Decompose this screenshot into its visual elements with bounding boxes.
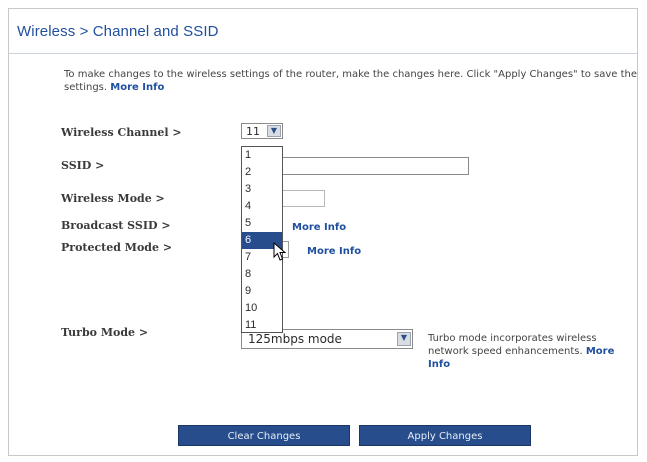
wireless-channel-label: Wireless Channel > xyxy=(61,126,182,139)
turbo-mode-note: Turbo mode incorporates wireless network… xyxy=(428,332,628,371)
channel-option[interactable]: 9 xyxy=(242,283,282,300)
broadcast-ssid-label: Broadcast SSID > xyxy=(61,219,171,232)
wireless-channel-dropdown-list[interactable]: 1 2 3 4 5 6 7 8 9 10 11 xyxy=(241,146,283,333)
clear-changes-button[interactable]: Clear Changes xyxy=(178,425,350,446)
channel-option[interactable]: 8 xyxy=(242,266,282,283)
channel-option[interactable]: 10 xyxy=(242,300,282,317)
channel-option[interactable]: 4 xyxy=(242,198,282,215)
broadcast-ssid-more-info-link[interactable]: More Info xyxy=(292,222,346,233)
page-title: Wireless > Channel and SSID xyxy=(17,23,219,40)
wireless-channel-value: 11 xyxy=(246,125,260,138)
main-panel: Wireless > Channel and SSID To make chan… xyxy=(8,8,638,456)
intro-more-info-link[interactable]: More Info xyxy=(110,82,164,93)
wireless-channel-select[interactable]: 11 ▼ xyxy=(241,123,283,139)
protected-mode-more-info-link[interactable]: More Info xyxy=(307,246,361,257)
title-divider xyxy=(9,53,637,54)
channel-option[interactable]: 3 xyxy=(242,181,282,198)
turbo-mode-label: Turbo Mode > xyxy=(61,326,149,339)
chevron-down-icon[interactable]: ▼ xyxy=(267,125,281,137)
channel-option[interactable]: 1 xyxy=(242,147,282,164)
turbo-mode-description: Turbo mode incorporates wireless network… xyxy=(428,333,597,357)
channel-option[interactable]: 11 xyxy=(242,317,282,334)
intro-text: To make changes to the wireless settings… xyxy=(64,68,644,94)
mouse-pointer-icon xyxy=(273,242,287,261)
channel-option[interactable]: 2 xyxy=(242,164,282,181)
channel-option[interactable]: 5 xyxy=(242,215,282,232)
turbo-mode-value: 125mbps mode xyxy=(248,332,342,346)
chevron-down-icon[interactable]: ▼ xyxy=(397,332,411,346)
apply-changes-button[interactable]: Apply Changes xyxy=(359,425,531,446)
protected-mode-label: Protected Mode > xyxy=(61,241,173,254)
ssid-label: SSID > xyxy=(61,159,105,172)
wireless-mode-label: Wireless Mode > xyxy=(61,192,165,205)
